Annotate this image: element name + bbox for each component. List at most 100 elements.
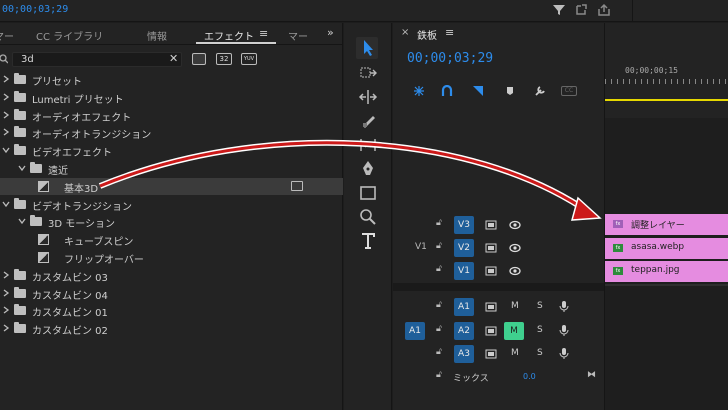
clear-search-icon[interactable]: ✕ — [169, 52, 178, 65]
tab-markers-2[interactable]: マー — [288, 28, 308, 43]
clip-teppan[interactable]: fx teppan.jpg — [605, 261, 728, 282]
track-target-v3[interactable]: V3 — [454, 216, 474, 234]
tree-item-basic-3d[interactable]: 基本3D — [0, 177, 343, 195]
microphone-icon[interactable] — [559, 347, 569, 360]
sync-lock-icon[interactable] — [485, 220, 497, 230]
work-area-bar[interactable] — [605, 99, 728, 101]
track-select-tool-icon[interactable] — [358, 63, 378, 83]
nest-sequence-icon[interactable] — [413, 85, 425, 97]
chevron-right-icon[interactable] — [2, 111, 10, 119]
microphone-icon[interactable] — [559, 324, 569, 337]
tree-item-audio-effects[interactable]: オーディオエフェクト — [0, 107, 343, 124]
eye-icon[interactable] — [509, 243, 521, 253]
accelerated-effects-icon[interactable] — [192, 53, 206, 65]
microphone-icon[interactable] — [559, 300, 569, 313]
sequence-tab[interactable]: 鉄板 — [417, 27, 437, 42]
chevron-right-icon[interactable] — [2, 128, 10, 136]
time-ruler[interactable]: 00;00;00;15 — [604, 23, 728, 118]
share-icon[interactable] — [597, 3, 611, 17]
yuv-effects-icon[interactable]: YUV — [241, 53, 257, 65]
sync-lock-icon[interactable] — [485, 326, 497, 336]
settings-wrench-icon[interactable] — [534, 85, 546, 97]
source-patch-a1[interactable]: A1 — [405, 322, 425, 340]
lock-icon[interactable]: 🔓︎ — [436, 218, 442, 228]
track-target-v2[interactable]: V2 — [454, 239, 474, 257]
tree-item-presets[interactable]: プリセット — [0, 71, 343, 88]
track-target-a2[interactable]: A2 — [454, 322, 474, 340]
lock-icon[interactable]: 🔓︎ — [436, 264, 442, 274]
tree-item-audio-transitions[interactable]: オーディオトランジション — [0, 124, 343, 141]
sync-lock-icon[interactable] — [485, 243, 497, 253]
track-area[interactable]: fx 調整レイヤー fx asasa.webp fx teppan.jpg — [604, 118, 728, 410]
tree-item-flip-over[interactable]: フリップオーバー — [0, 249, 343, 266]
chevron-right-icon[interactable] — [2, 271, 10, 279]
source-patch-v1[interactable]: V1 — [415, 242, 427, 252]
tree-item-video-transitions[interactable]: ビデオトランジション — [0, 196, 343, 213]
sync-lock-icon[interactable] — [485, 266, 497, 276]
tree-item-video-effects[interactable]: ビデオエフェクト — [0, 142, 343, 159]
lock-icon[interactable]: 🔓︎ — [436, 370, 442, 380]
snap-icon[interactable] — [441, 85, 453, 97]
tab-info[interactable]: 情報 — [147, 28, 167, 43]
mute-button[interactable]: M — [511, 348, 519, 358]
solo-button[interactable]: S — [537, 325, 543, 335]
chevron-right-icon[interactable] — [2, 93, 10, 101]
tree-item-custom-bin-01[interactable]: カスタムビン 01 — [0, 302, 343, 319]
tree-item-custom-bin-02[interactable]: カスタムビン 02 — [0, 320, 343, 337]
mix-end-icon[interactable]: ⧓ — [587, 370, 596, 380]
clip-adjustment-layer[interactable]: fx 調整レイヤー — [605, 214, 728, 235]
tree-item-perspective[interactable]: 遠近 — [0, 160, 343, 177]
lock-icon[interactable]: 🔓︎ — [436, 241, 442, 251]
clip-asasa[interactable]: fx asasa.webp — [605, 238, 728, 259]
sync-lock-icon[interactable] — [485, 349, 497, 359]
eye-icon[interactable] — [509, 220, 521, 230]
tree-item-custom-bin-03[interactable]: カスタムビン 03 — [0, 267, 343, 284]
lock-icon[interactable]: 🔓︎ — [436, 347, 442, 357]
linked-selection-icon[interactable] — [472, 85, 484, 97]
hand-tool-icon[interactable] — [358, 207, 378, 227]
track-target-a1[interactable]: A1 — [454, 298, 474, 316]
captions-icon[interactable]: CC — [561, 86, 577, 96]
chevron-down-icon[interactable] — [18, 217, 26, 225]
filter-icon[interactable] — [552, 3, 566, 17]
overflow-tabs-icon[interactable]: » — [327, 26, 334, 39]
slip-tool-icon[interactable] — [358, 135, 378, 155]
chevron-right-icon[interactable] — [2, 306, 10, 314]
track-target-a3[interactable]: A3 — [454, 345, 474, 363]
track-target-v1[interactable]: V1 — [454, 262, 474, 280]
lock-icon[interactable]: 🔓︎ — [436, 324, 442, 334]
solo-button[interactable]: S — [537, 301, 543, 311]
tab-effects[interactable]: エフェクト — [204, 28, 254, 43]
mix-volume-value[interactable]: 0.0 — [523, 372, 536, 381]
chevron-down-icon[interactable] — [18, 164, 26, 172]
type-tool-icon[interactable] — [358, 231, 378, 251]
mute-button[interactable]: M — [511, 301, 519, 311]
panel-menu-icon[interactable]: ≡ — [259, 27, 268, 40]
chevron-down-icon[interactable] — [2, 146, 10, 154]
lock-icon[interactable]: 🔓︎ — [436, 300, 442, 310]
chevron-right-icon[interactable] — [2, 289, 10, 297]
32bit-effects-icon[interactable]: 32 — [216, 53, 232, 65]
solo-button[interactable]: S — [537, 348, 543, 358]
sync-lock-icon[interactable] — [485, 302, 497, 312]
sequence-timecode[interactable]: 00;00;03;29 — [407, 51, 493, 66]
program-timecode[interactable]: 00;00;03;29 — [2, 4, 68, 15]
ripple-edit-tool-icon[interactable] — [358, 87, 378, 107]
tree-item-custom-bin-04[interactable]: カスタムビン 04 — [0, 285, 343, 302]
chevron-right-icon[interactable] — [2, 75, 10, 83]
selection-tool-icon[interactable] — [358, 38, 378, 58]
chevron-right-icon[interactable] — [2, 324, 10, 332]
tree-item-cube-spin[interactable]: キューブスピン — [0, 231, 343, 248]
add-marker-icon[interactable] — [505, 85, 515, 97]
rectangle-tool-icon[interactable] — [358, 183, 378, 203]
chevron-down-icon[interactable] — [2, 200, 10, 208]
razor-tool-icon[interactable] — [358, 111, 378, 131]
export-frame-icon[interactable] — [574, 3, 588, 17]
tab-markers[interactable]: マー — [0, 28, 14, 43]
tree-item-lumetri-presets[interactable]: Lumetri プリセット — [0, 89, 343, 106]
eye-icon[interactable] — [509, 266, 521, 276]
sequence-menu-icon[interactable]: ≡ — [445, 26, 454, 39]
tab-cc-libraries[interactable]: CC ライブラリ — [36, 28, 103, 43]
search-input[interactable]: 3d — [12, 52, 182, 67]
mute-button-active[interactable]: M — [504, 322, 524, 340]
